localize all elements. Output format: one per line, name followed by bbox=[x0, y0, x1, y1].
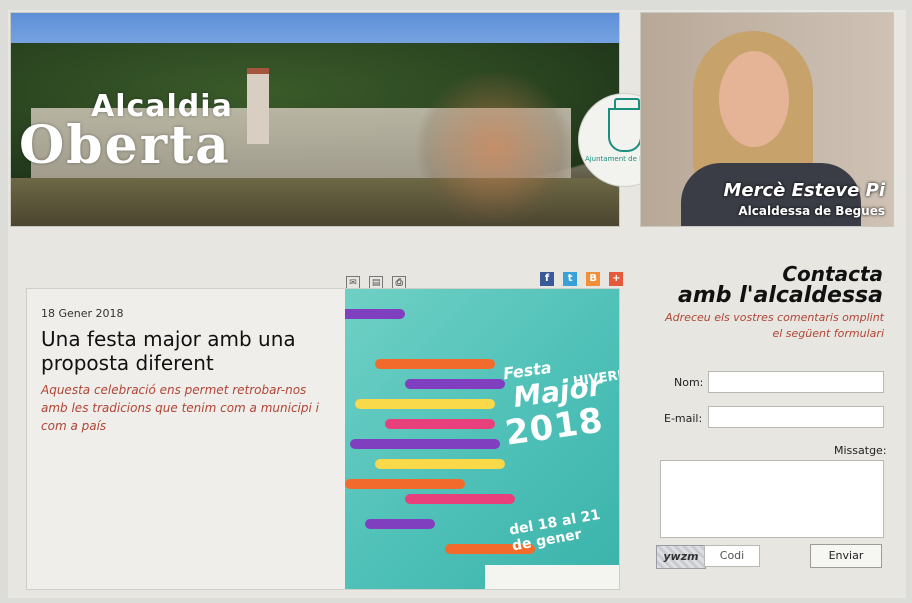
poster-line3: HIVERN bbox=[572, 367, 619, 390]
article-date: 18 Gener 2018 bbox=[41, 307, 124, 320]
message-textarea[interactable] bbox=[660, 460, 884, 538]
poster-stripe bbox=[405, 379, 505, 389]
mayor-name: Mercè Esteve Pi bbox=[723, 180, 885, 201]
coat-of-arms-icon bbox=[608, 98, 642, 152]
captcha-image: ywzm bbox=[656, 545, 706, 569]
poster-stripe bbox=[355, 399, 495, 409]
contact-title-line2: amb l'alcaldessa bbox=[678, 283, 883, 308]
mayor-role: Alcaldessa de Begues bbox=[738, 204, 885, 218]
article-title[interactable]: Una festa major amb una proposta diferen… bbox=[41, 327, 311, 375]
poster-stripe bbox=[365, 519, 435, 529]
banner-bell-tower bbox=[247, 68, 269, 144]
poster-stripe bbox=[345, 479, 465, 489]
name-label: Nom: bbox=[674, 376, 704, 389]
poster-stripe bbox=[350, 439, 500, 449]
captcha-code-input[interactable]: Codi bbox=[704, 545, 760, 567]
festa-major-poster[interactable]: Festa Major HIVERN 2018 del 18 al 21 de … bbox=[345, 289, 619, 589]
header-banner: Alcaldia Oberta bbox=[10, 12, 620, 227]
share-tools: f t B + bbox=[540, 268, 627, 287]
poster-footer bbox=[485, 565, 619, 589]
poster-stripe bbox=[375, 459, 505, 469]
email-label: E-mail: bbox=[664, 412, 703, 425]
twitter-icon[interactable]: t bbox=[563, 271, 578, 286]
contact-subtitle: Adreceu els vostres comentaris omplint e… bbox=[665, 311, 884, 340]
poster-stripe bbox=[345, 309, 405, 319]
banner-foliage bbox=[409, 73, 579, 223]
banner-title-big: Oberta bbox=[19, 115, 231, 176]
blogger-icon[interactable]: B bbox=[586, 271, 601, 286]
mayor-portrait: Mercè Esteve Pi Alcaldessa de Begues bbox=[640, 12, 894, 227]
send-button[interactable]: Enviar bbox=[810, 544, 882, 568]
article-lead: Aquesta celebració ens permet retrobar-n… bbox=[41, 383, 319, 433]
plus-icon[interactable]: + bbox=[609, 271, 624, 286]
poster-stripe bbox=[375, 359, 495, 369]
poster-stripe bbox=[385, 419, 495, 429]
facebook-icon[interactable]: f bbox=[540, 271, 554, 286]
email-input[interactable] bbox=[708, 406, 884, 428]
poster-dates: del 18 al 21 de gener bbox=[507, 506, 602, 555]
message-label: Missatge: bbox=[834, 444, 887, 457]
poster-stripe bbox=[405, 494, 515, 504]
news-article[interactable]: 18 Gener 2018 Una festa major amb una pr… bbox=[26, 288, 620, 590]
name-input[interactable] bbox=[708, 371, 884, 393]
portrait-face bbox=[719, 51, 789, 147]
